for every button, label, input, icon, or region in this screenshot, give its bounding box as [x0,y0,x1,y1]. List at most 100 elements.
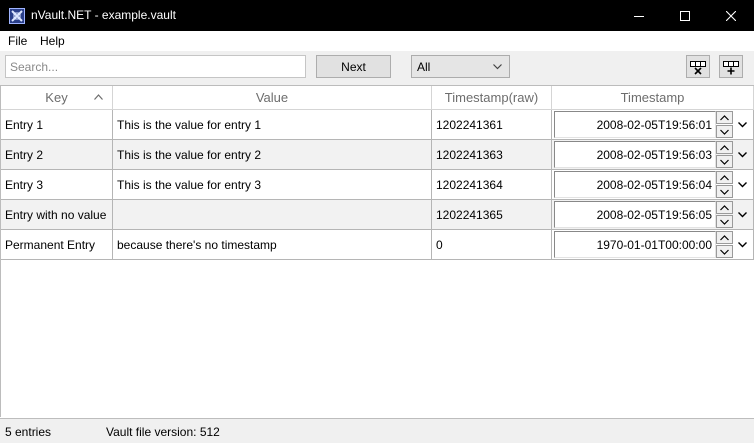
column-header-timestamp-label: Timestamp [620,90,685,105]
calendar-dropdown-button[interactable] [734,201,751,228]
cell-timestamp-raw[interactable]: 1202241365 [432,200,552,230]
table-row[interactable]: Entry 2 This is the value for entry 2 1202… [1,140,754,170]
menu-bar: File Help [0,31,754,51]
timestamp-spinner [716,141,733,168]
chevron-up-icon [720,174,729,180]
spin-up-button[interactable] [716,111,733,124]
timestamp-picker[interactable]: 2008-02-05T19:56:05 [554,201,716,228]
chevron-down-icon [738,211,747,217]
cell-value[interactable]: because there's no timestamp [113,230,432,260]
calendar-dropdown-button[interactable] [734,171,751,198]
cell-value[interactable]: This is the value for entry 2 [113,140,432,170]
cell-timestamp-raw[interactable]: 0 [432,230,552,260]
cell-key[interactable]: Entry 2 [1,140,113,170]
chevron-down-icon [720,249,729,255]
timestamp-spinner [716,171,733,198]
search-input[interactable] [5,55,306,78]
chevron-down-icon [493,64,502,70]
column-header-value[interactable]: Value [113,86,432,110]
nvault-app-icon [9,8,25,24]
cell-timestamp: 2008-02-05T19:56:01 [552,110,754,140]
spin-up-button[interactable] [716,171,733,184]
cell-timestamp-raw[interactable]: 1202241363 [432,140,552,170]
title-bar: nVault.NET - example.vault [0,0,754,31]
timestamp-spinner [716,111,733,138]
column-header-key-label: Key [45,90,68,105]
close-icon [726,10,736,21]
vault-file-version: Vault file version: 512 [106,425,220,439]
toolbar: Next All [0,51,754,85]
status-bar: 5 entries Vault file version: 512 [0,418,754,443]
spin-up-button[interactable] [716,231,733,244]
filter-select-value: All [417,59,431,74]
column-header-timestamp-raw[interactable]: Timestamp(raw) [432,86,552,110]
spin-down-button[interactable] [716,185,733,198]
cell-key[interactable]: Entry 3 [1,170,113,200]
chevron-up-icon [720,234,729,240]
chevron-down-icon [738,151,747,157]
table-row[interactable]: Entry with no value 1202241365 2008-02-05T… [1,200,754,230]
cell-key[interactable]: Entry 1 [1,110,113,140]
chevron-down-icon [720,159,729,165]
spin-down-button[interactable] [716,155,733,168]
next-button[interactable]: Next [316,55,391,78]
window-title: nVault.NET - example.vault [31,8,176,22]
cell-value[interactable]: This is the value for entry 3 [113,170,432,200]
chevron-down-icon [720,129,729,135]
timestamp-picker[interactable]: 2008-02-05T19:56:04 [554,171,716,198]
timestamp-picker[interactable]: 1970-01-01T00:00:00 [554,231,716,258]
cell-value[interactable]: This is the value for entry 1 [113,110,432,140]
table-row[interactable]: Permanent Entry because there's no timest… [1,230,754,260]
timestamp-spinner [716,231,733,258]
spin-up-button[interactable] [716,141,733,154]
chevron-up-icon [720,114,729,120]
entry-count: 5 entries [5,425,52,439]
column-header-value-label: Value [255,90,289,105]
cell-timestamp: 2008-02-05T19:56:04 [552,170,754,200]
minimize-button[interactable] [616,0,662,31]
table-row[interactable]: Entry 3 This is the value for entry 3 1202… [1,170,754,200]
chevron-down-icon [738,241,747,247]
calendar-dropdown-button[interactable] [734,141,751,168]
maximize-button[interactable] [662,0,708,31]
chevron-down-icon [720,189,729,195]
chevron-down-icon [738,121,747,127]
delete-entry-button[interactable] [686,55,710,78]
spin-down-button[interactable] [716,215,733,228]
menu-file[interactable]: File [8,34,27,48]
minimize-icon [634,15,644,17]
spin-up-button[interactable] [716,201,733,214]
cell-value[interactable] [113,200,432,230]
cell-timestamp-raw[interactable]: 1202241361 [432,110,552,140]
timestamp-picker[interactable]: 2008-02-05T19:56:01 [554,111,716,138]
spin-down-button[interactable] [716,245,733,258]
chevron-up-icon [720,144,729,150]
close-button[interactable] [708,0,754,31]
sort-ascending-icon [94,94,103,100]
cell-timestamp: 1970-01-01T00:00:00 [552,230,754,260]
column-header-timestamp-raw-label: Timestamp(raw) [444,90,539,105]
column-header-timestamp[interactable]: Timestamp [552,86,754,110]
cell-key[interactable]: Permanent Entry [1,230,113,260]
delete-entry-icon [690,60,706,75]
timestamp-spinner [716,201,733,228]
menu-help[interactable]: Help [40,34,65,48]
timestamp-picker[interactable]: 2008-02-05T19:56:03 [554,141,716,168]
chevron-up-icon [720,204,729,210]
add-entry-icon [723,60,739,74]
cell-timestamp: 2008-02-05T19:56:05 [552,200,754,230]
spin-down-button[interactable] [716,125,733,138]
calendar-dropdown-button[interactable] [734,111,751,138]
entries-grid: Key Value Timestamp(raw) Timestamp Entry… [0,85,754,417]
chevron-down-icon [720,219,729,225]
column-header-key[interactable]: Key [1,86,113,110]
maximize-icon [680,10,690,21]
table-row[interactable]: Entry 1 This is the value for entry 1 1202… [1,110,754,140]
cell-timestamp: 2008-02-05T19:56:03 [552,140,754,170]
cell-timestamp-raw[interactable]: 1202241364 [432,170,552,200]
cell-key[interactable]: Entry with no value [1,200,113,230]
filter-select[interactable]: All [411,55,510,78]
chevron-down-icon [738,181,747,187]
add-entry-button[interactable] [719,55,743,78]
calendar-dropdown-button[interactable] [734,231,751,258]
